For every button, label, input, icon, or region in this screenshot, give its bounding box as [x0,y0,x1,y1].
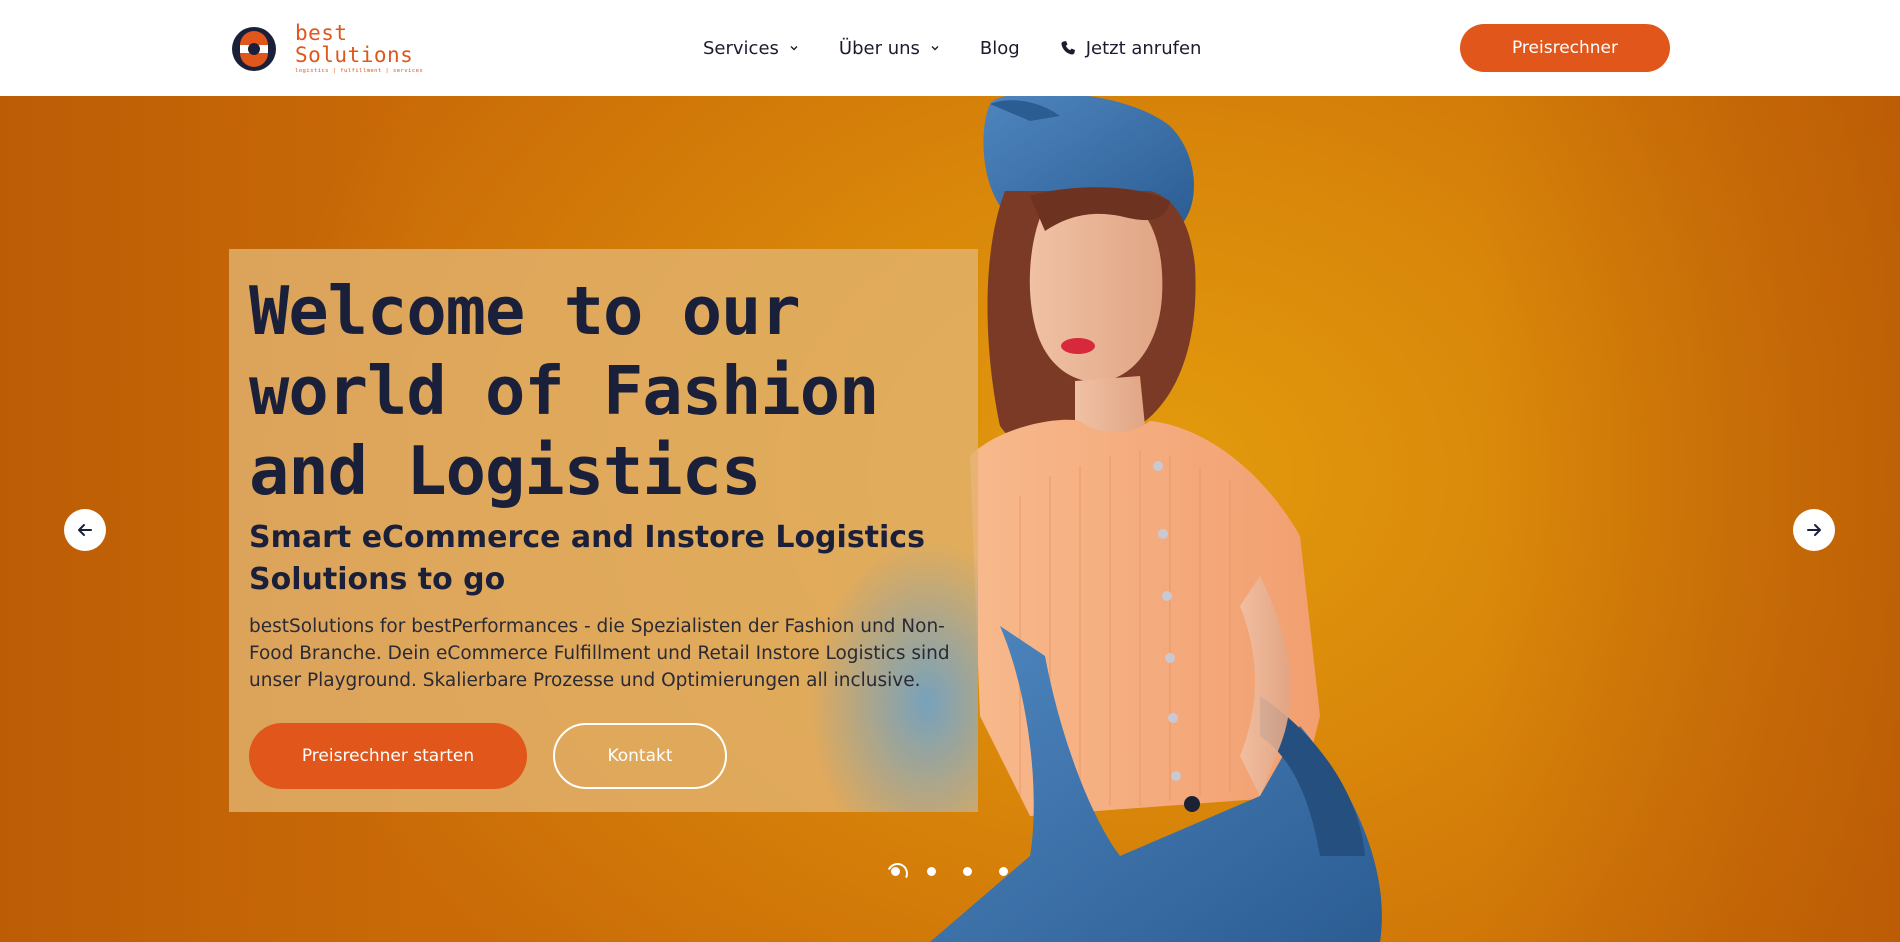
slider-dot-1[interactable] [891,867,900,876]
slider-dot-4[interactable] [999,867,1008,876]
nav-item-label: Blog [979,37,1020,59]
arrow-left-icon [78,524,92,536]
hero-slider: Welcome to our world of Fashion and Logi… [0,96,1900,942]
nav-item-ueber-uns[interactable]: Über uns [839,38,940,59]
nav-item-blog[interactable]: Blog [980,38,1020,59]
hero-button-row: Preisrechner starten Kontakt [249,723,958,789]
chevron-down-icon [790,46,798,51]
start-price-calculator-button[interactable]: Preisrechner starten [249,723,527,789]
nav-item-label: Über uns [838,37,920,59]
phone-icon [1061,41,1075,55]
site-header: best Solutions logistics | fulfillment |… [0,0,1900,96]
call-label: Jetzt anrufen [1085,37,1202,59]
logo-mark-icon [232,27,276,71]
logo[interactable]: best Solutions logistics | fulfillment |… [231,23,423,75]
hero-title: Welcome to our world of Fashion and Logi… [249,272,879,510]
main-nav: Services Über uns Blog Jetzt anrufen [703,0,1201,96]
logo-line-2: Solutions [295,43,414,68]
slider-dot-3[interactable] [963,867,972,876]
nav-item-services[interactable]: Services [703,38,799,59]
nav-item-call[interactable]: Jetzt anrufen [1060,37,1202,59]
slider-pagination [891,867,1008,876]
price-calculator-button[interactable]: Preisrechner [1460,24,1670,72]
slider-dot-2[interactable] [927,867,936,876]
hero-content-box: Welcome to our world of Fashion and Logi… [229,249,978,812]
slider-next-button[interactable] [1793,509,1835,551]
hero-description: bestSolutions for bestPerformances - die… [249,616,950,691]
logo-tagline: logistics | fulfillment | services [295,68,424,75]
contact-button[interactable]: Kontakt [553,723,727,789]
logo-line-1: best [295,21,348,46]
nav-item-label: Services [703,37,779,59]
hero-subtitle: Smart eCommerce and Instore Logistics So… [249,520,925,597]
logo-wordmark: best Solutions logistics | fulfillment |… [295,23,423,75]
slider-prev-button[interactable] [64,509,106,551]
arrow-right-icon [1807,524,1821,536]
chevron-down-icon [931,46,939,51]
